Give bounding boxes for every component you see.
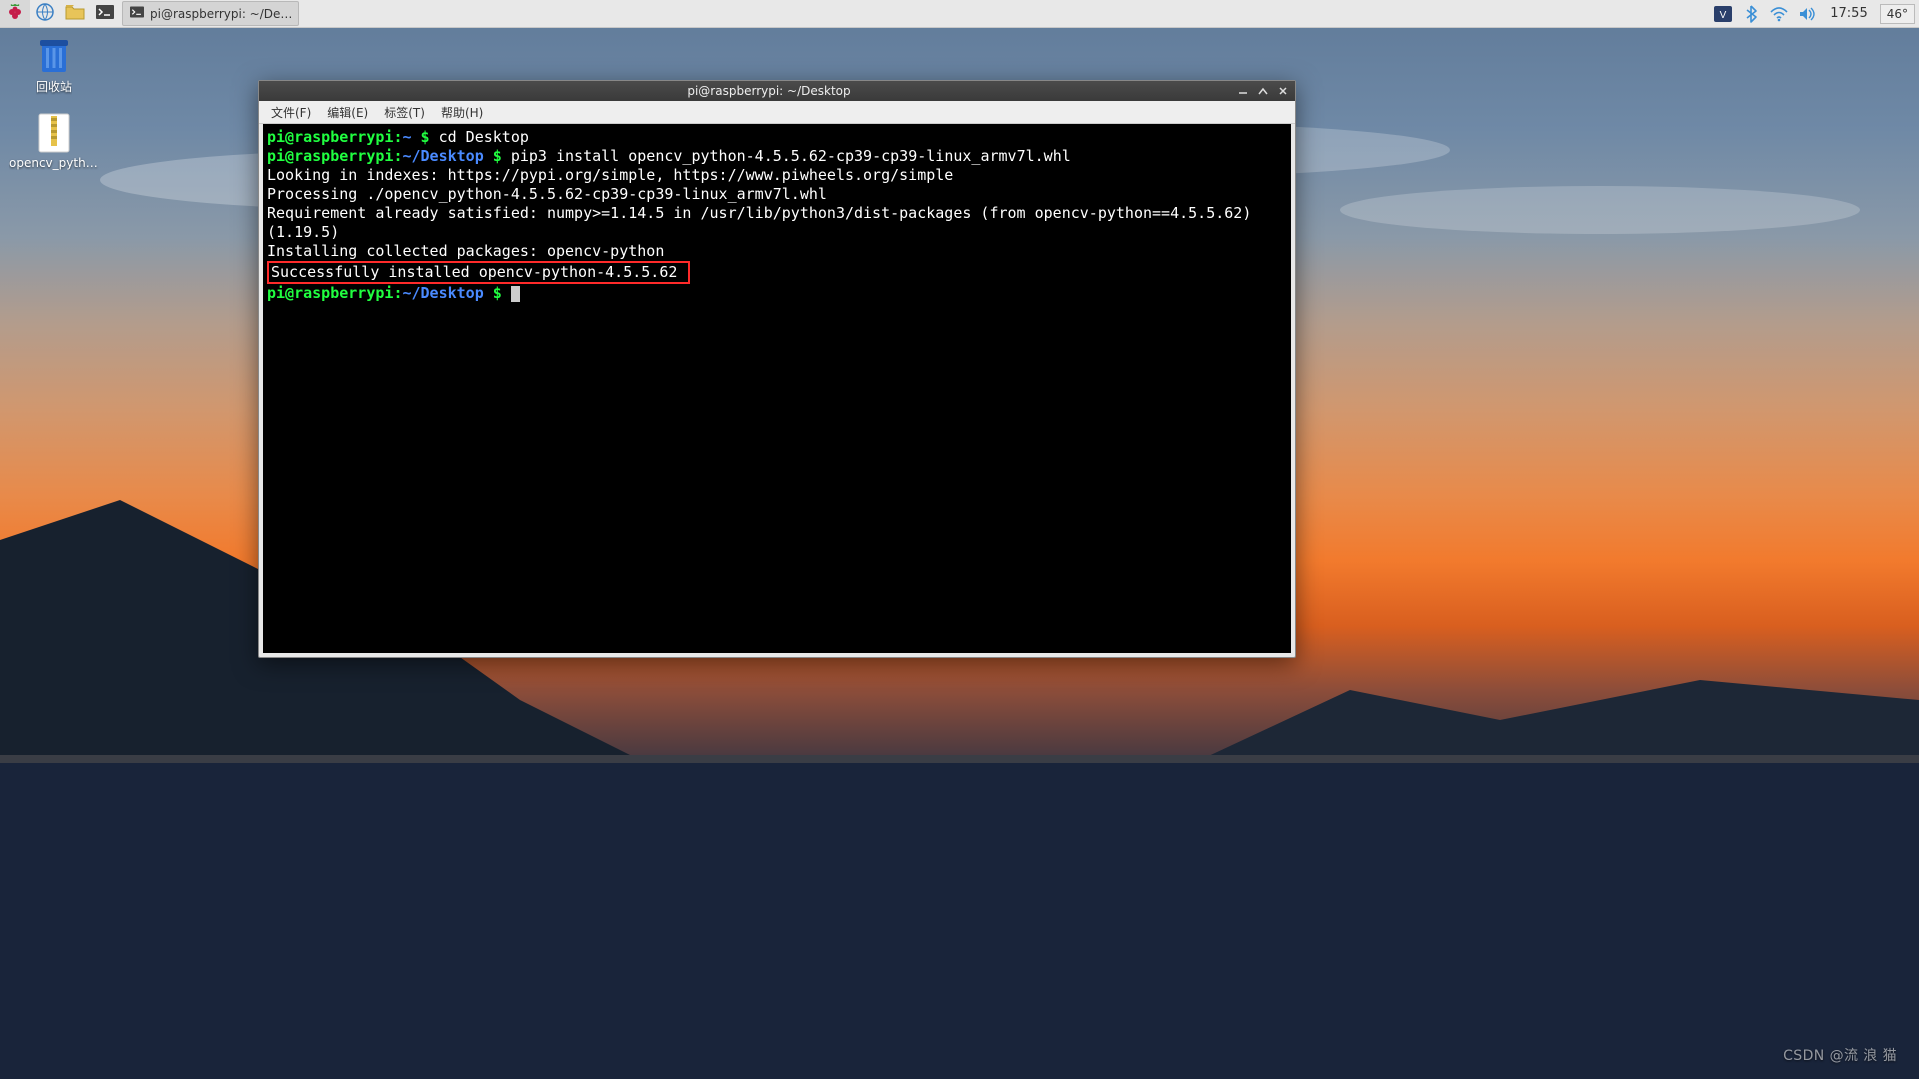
window-close-button[interactable] <box>1275 84 1291 98</box>
menu-edit[interactable]: 编辑(E) <box>319 102 376 123</box>
prompt-path: ~ <box>402 128 411 146</box>
menu-tabs[interactable]: 标签(T) <box>376 102 433 123</box>
taskbar-app-terminal[interactable]: pi@raspberrypi: ~/De… <box>122 1 299 26</box>
desktop-icon-label: 回收站 <box>36 78 72 95</box>
window-title: pi@raspberrypi: ~/Desktop <box>303 84 1235 98</box>
web-browser-button[interactable] <box>30 0 60 27</box>
desktop-icon-label: opencv_python… <box>9 156 99 170</box>
terminal-window: pi@raspberrypi: ~/Desktop 文件(F) 编辑(E) 标签… <box>258 80 1296 658</box>
globe-icon <box>36 3 54 25</box>
trash-icon <box>30 34 78 76</box>
window-menubar: 文件(F) 编辑(E) 标签(T) 帮助(H) <box>259 101 1295 124</box>
folder-icon <box>65 3 85 25</box>
window-maximize-button[interactable] <box>1255 84 1271 98</box>
terminal-icon <box>95 3 115 25</box>
prompt-user: pi@raspberrypi <box>267 128 393 146</box>
svg-text:V: V <box>1720 10 1727 21</box>
vnc-tray-icon[interactable]: V <box>1712 3 1734 25</box>
taskbar: pi@raspberrypi: ~/De… V 17: <box>0 0 1919 28</box>
terminal-output-highlighted: Successfully installed opencv-python-4.5… <box>267 261 690 284</box>
menu-help[interactable]: 帮助(H) <box>433 102 491 123</box>
menu-file[interactable]: 文件(F) <box>263 102 319 123</box>
tray-clock[interactable]: 17:55 <box>1824 6 1873 21</box>
terminal-output: Requirement already satisfied: numpy>=1.… <box>267 204 1287 242</box>
window-titlebar[interactable]: pi@raspberrypi: ~/Desktop <box>259 81 1295 101</box>
window-minimize-button[interactable] <box>1235 84 1251 98</box>
desktop-icon-file[interactable]: opencv_python… <box>14 112 94 170</box>
terminal-output: Looking in indexes: https://pypi.org/sim… <box>267 166 1287 185</box>
prompt-path: ~/Desktop <box>402 147 483 165</box>
prompt-user: pi@raspberrypi <box>267 147 393 165</box>
watermark: CSDN @流 浪 猫 <box>1783 1045 1897 1065</box>
taskbar-app-label: pi@raspberrypi: ~/De… <box>150 7 292 21</box>
terminal-icon <box>129 5 145 22</box>
tray-temperature[interactable]: 46° <box>1880 4 1915 24</box>
command-text: pip3 install opencv_python-4.5.5.62-cp39… <box>511 147 1071 165</box>
command-text: cd Desktop <box>439 128 529 146</box>
file-manager-button[interactable] <box>60 0 90 27</box>
start-menu-button[interactable] <box>0 0 30 27</box>
terminal-output: Installing collected packages: opencv-py… <box>267 242 1287 261</box>
terminal-launcher-button[interactable] <box>90 0 120 27</box>
prompt-path: ~/Desktop <box>402 284 483 302</box>
desktop-icon-trash[interactable]: 回收站 <box>14 34 94 95</box>
prompt-user: pi@raspberrypi <box>267 284 393 302</box>
terminal-output: Processing ./opencv_python-4.5.5.62-cp39… <box>267 185 1287 204</box>
wifi-tray-icon[interactable] <box>1768 3 1790 25</box>
archive-icon <box>30 112 78 154</box>
raspberry-icon <box>5 2 25 26</box>
desktop-background: 回收站 opencv_python… pi@raspberrypi: ~/Des… <box>0 0 1919 1079</box>
bluetooth-tray-icon[interactable] <box>1740 3 1762 25</box>
volume-tray-icon[interactable] <box>1796 3 1818 25</box>
terminal-cursor <box>511 286 520 302</box>
terminal-body[interactable]: pi@raspberrypi:~ $ cd Desktop pi@raspber… <box>263 124 1291 653</box>
